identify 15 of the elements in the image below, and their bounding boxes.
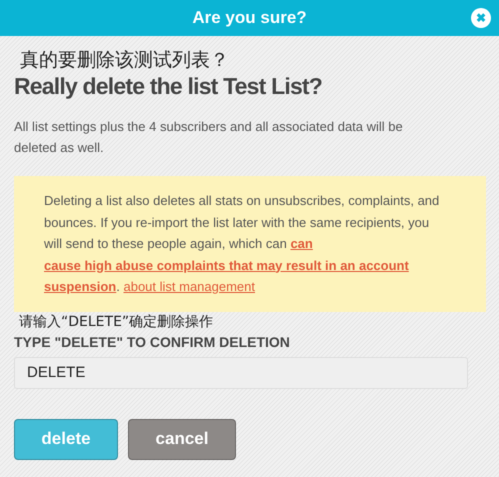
dialog-title: Are you sure?: [192, 8, 307, 27]
cancel-button[interactable]: cancel: [128, 418, 236, 460]
warning-link[interactable]: can: [290, 236, 313, 251]
heading: Really delete the list Test List?: [14, 72, 324, 100]
warning-link[interactable]: suspension: [44, 279, 116, 294]
delete-button[interactable]: delete: [14, 418, 118, 460]
warning-link[interactable]: cause high abuse complaints that may result in an account: [44, 258, 409, 272]
confirm-input-field[interactable]: DELETE: [14, 356, 468, 388]
warning-text: Deleting a list also deletes all stats on unsubscribes, complaints, and bounces. If you re-import the list later with the same recipients, you will send to these people again, which can can cause high abuse complaints that may result in an account suspension. about list management: [44, 192, 440, 296]
confirm-label: TYPE "DELETE" TO CONFIRM DELETION: [14, 334, 291, 350]
confirm-label-chinese: 请输入“DELETE”确定删除操作: [19, 312, 214, 332]
heading-chinese: 真的要删除该测试列表？: [20, 48, 230, 72]
help-link[interactable]: about list management: [123, 279, 256, 294]
close-button[interactable]: ✖: [471, 8, 491, 28]
description-text: All list settings plus the 4 subscribers and all associated data will be deleted as well.: [14, 118, 404, 157]
